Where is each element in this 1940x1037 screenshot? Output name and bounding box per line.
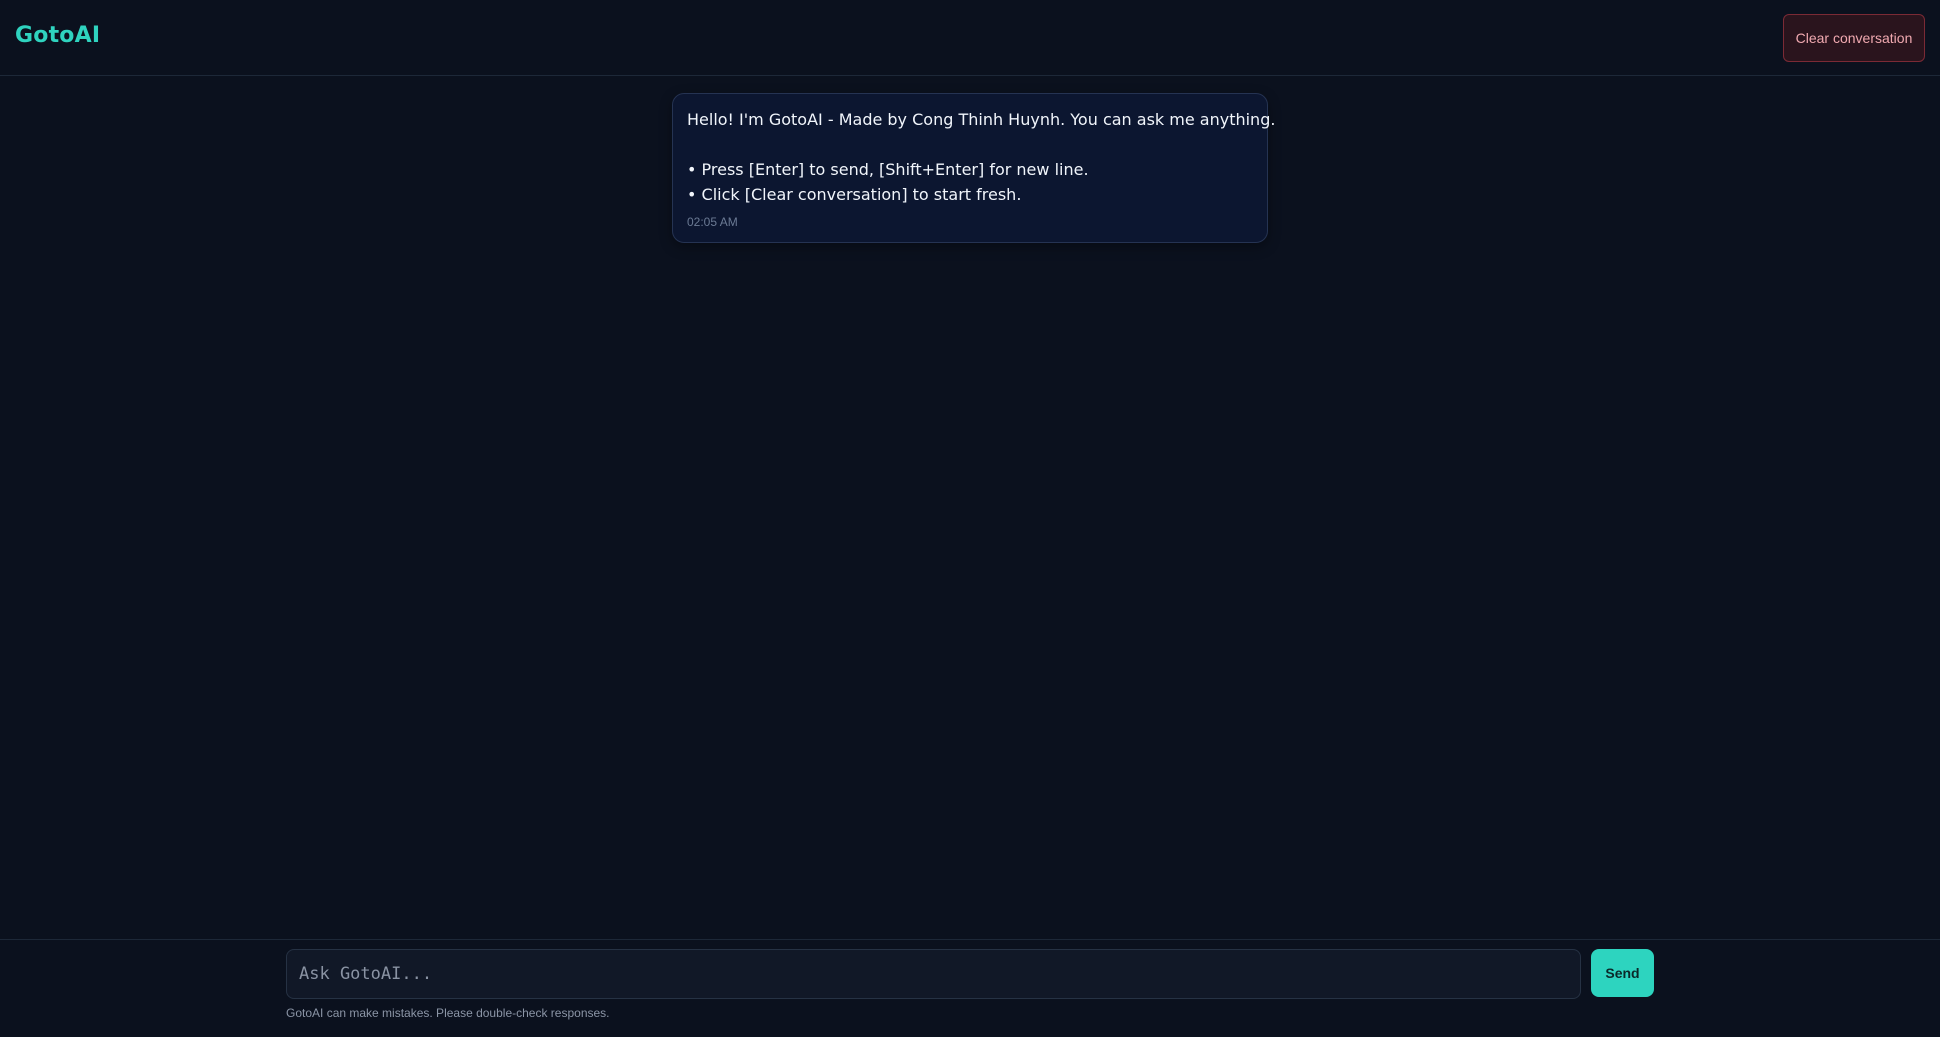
- message-timestamp: 02:05 AM: [687, 215, 738, 229]
- message-input[interactable]: [286, 949, 1581, 999]
- message-line: • Click [Clear conversation] to start fr…: [687, 185, 1022, 204]
- message-line: Hello! I'm GotoAI - Made by Cong Thinh H…: [687, 110, 1276, 129]
- composer-bar: Send GotoAI can make mistakes. Please do…: [0, 939, 1940, 1037]
- message-list: Hello! I'm GotoAI - Made by Cong Thinh H…: [0, 76, 1940, 939]
- chat-app: GotoAI Clear conversation Hello! I'm Got…: [0, 0, 1940, 1037]
- app-logo: GotoAI: [15, 23, 101, 48]
- assistant-message: Hello! I'm GotoAI - Made by Cong Thinh H…: [672, 93, 1276, 243]
- top-bar: GotoAI Clear conversation: [0, 0, 1940, 76]
- message-line: • Press [Enter] to send, [Shift+Enter] f…: [687, 160, 1089, 179]
- disclaimer-text: GotoAI can make mistakes. Please double-…: [286, 1006, 610, 1020]
- clear-conversation-button[interactable]: Clear conversation: [1783, 14, 1925, 62]
- send-button[interactable]: Send: [1591, 949, 1654, 997]
- message-line-blank: [687, 132, 1253, 157]
